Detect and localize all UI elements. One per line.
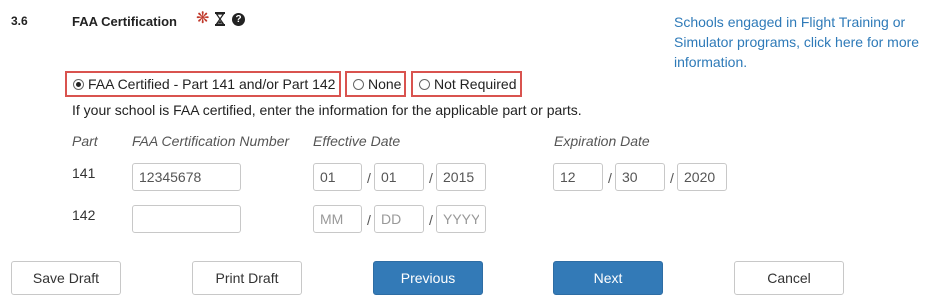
radio-not-required[interactable] — [419, 78, 430, 90]
radio-faa-certified[interactable] — [73, 78, 84, 90]
column-effective-date: Effective Date — [313, 133, 401, 149]
cert-number-142-input[interactable] — [132, 205, 241, 233]
column-part: Part — [72, 133, 98, 149]
option-faa-certified-label: FAA Certified - Part 141 and/or Part 142 — [88, 76, 336, 92]
expiration-day-141-input[interactable] — [615, 163, 665, 191]
column-cert-number: FAA Certification Number — [132, 133, 290, 149]
required-icon: ❋ — [196, 10, 210, 27]
expiration-month-141-input[interactable] — [553, 163, 603, 191]
effective-day-142-input[interactable] — [374, 205, 424, 233]
option-not-required[interactable]: Not Required — [411, 71, 522, 97]
hourglass-icon — [215, 12, 225, 26]
save-draft-button[interactable]: Save Draft — [11, 261, 121, 295]
instruction-text: If your school is FAA certified, enter t… — [72, 102, 582, 118]
option-not-required-label: Not Required — [434, 76, 517, 92]
date-separator: / — [429, 212, 433, 228]
date-separator: / — [429, 170, 433, 186]
date-separator: / — [608, 170, 612, 186]
option-faa-certified[interactable]: FAA Certified - Part 141 and/or Part 142 — [65, 71, 341, 97]
previous-button[interactable]: Previous — [373, 261, 483, 295]
effective-month-141-input[interactable] — [313, 163, 362, 191]
radio-none[interactable] — [353, 78, 364, 90]
next-button[interactable]: Next — [553, 261, 663, 295]
row-142-part: 142 — [72, 207, 96, 223]
cancel-button[interactable]: Cancel — [734, 261, 844, 295]
column-expiration-date: Expiration Date — [554, 133, 650, 149]
date-separator: / — [367, 170, 371, 186]
flight-training-info-link[interactable]: Schools engaged in Flight Training or Si… — [674, 12, 934, 72]
print-draft-button[interactable]: Print Draft — [192, 261, 302, 295]
cert-number-141-input[interactable] — [132, 163, 241, 191]
effective-year-141-input[interactable] — [436, 163, 486, 191]
section-title: FAA Certification — [72, 14, 177, 29]
option-none-label: None — [368, 76, 402, 92]
effective-day-141-input[interactable] — [374, 163, 424, 191]
date-separator: / — [670, 170, 674, 186]
effective-year-142-input[interactable] — [436, 205, 486, 233]
date-separator: / — [367, 212, 371, 228]
expiration-year-141-input[interactable] — [677, 163, 727, 191]
row-141-part: 141 — [72, 165, 96, 181]
section-number: 3.6 — [11, 14, 28, 28]
option-none[interactable]: None — [345, 71, 406, 97]
help-icon[interactable]: ? — [232, 13, 245, 26]
effective-month-142-input[interactable] — [313, 205, 362, 233]
